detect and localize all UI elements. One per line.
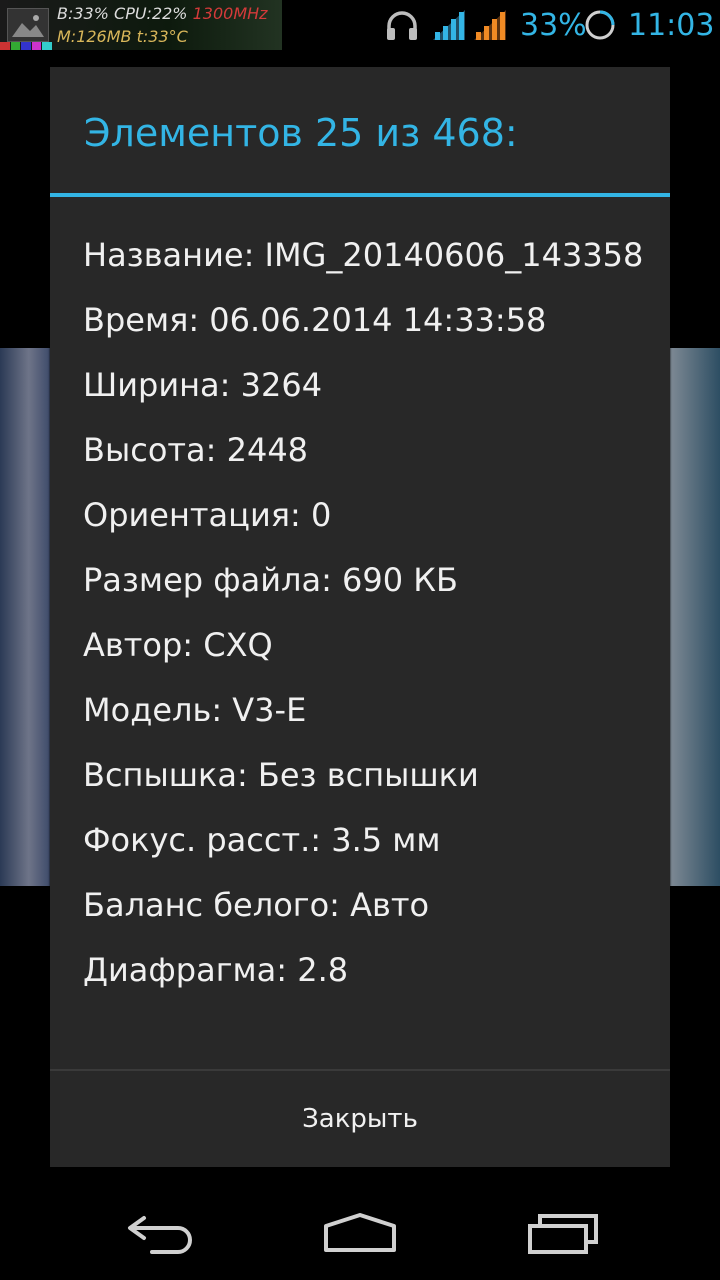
property-name: Название: IMG_20140606_143358 <box>83 236 644 274</box>
image-icon <box>7 8 49 42</box>
properties-list: Название: IMG_20140606_143358 Время: 06.… <box>83 235 653 1015</box>
headphones-icon <box>387 11 417 40</box>
dialog-title: Элементов 25 из 468: <box>84 111 518 155</box>
cpu-frequency: 1300MHz <box>192 4 268 23</box>
property-width: Ширина: 3264 <box>83 366 323 404</box>
navigation-bar <box>0 1186 720 1280</box>
cell-signal-icon <box>474 10 506 40</box>
system-monitor-overlay: B:33% CPU:22% 1300MHz M:126MB t:33°C <box>0 0 282 50</box>
property-white-balance: Баланс белого: Авто <box>83 886 430 924</box>
status-bar: B:33% CPU:22% 1300MHz M:126MB t:33°C 33%… <box>0 0 720 50</box>
battery-ring-icon <box>585 10 615 40</box>
home-icon[interactable] <box>322 1212 398 1256</box>
back-icon[interactable] <box>124 1212 196 1256</box>
property-height: Высота: 2448 <box>83 431 309 469</box>
property-file-size: Размер файла: 690 КБ <box>83 561 458 599</box>
battery-percent: 33% <box>520 8 587 43</box>
overlay-stats-line1: B:33% CPU:22% 1300MHz <box>57 4 268 23</box>
property-model: Модель: V3-E <box>83 691 307 729</box>
property-flash: Вспышка: Без вспышки <box>83 756 479 794</box>
wifi-signal-icon <box>433 10 465 40</box>
property-orientation: Ориентация: 0 <box>83 496 332 534</box>
overlay-badges <box>0 42 52 50</box>
clock: 11:03 <box>628 8 715 43</box>
property-time: Время: 06.06.2014 14:33:58 <box>83 301 547 339</box>
overlay-stats-line2: M:126MB t:33°C <box>57 27 188 46</box>
property-focal-length: Фокус. расст.: 3.5 мм <box>83 821 441 859</box>
title-divider <box>50 193 670 197</box>
property-aperture: Диафрагма: 2.8 <box>83 951 349 989</box>
recent-apps-icon[interactable] <box>526 1212 600 1256</box>
close-button[interactable]: Закрыть <box>50 1071 670 1167</box>
image-details-dialog: Элементов 25 из 468: Название: IMG_20140… <box>50 67 670 1167</box>
property-author: Автор: CXQ <box>83 626 273 664</box>
